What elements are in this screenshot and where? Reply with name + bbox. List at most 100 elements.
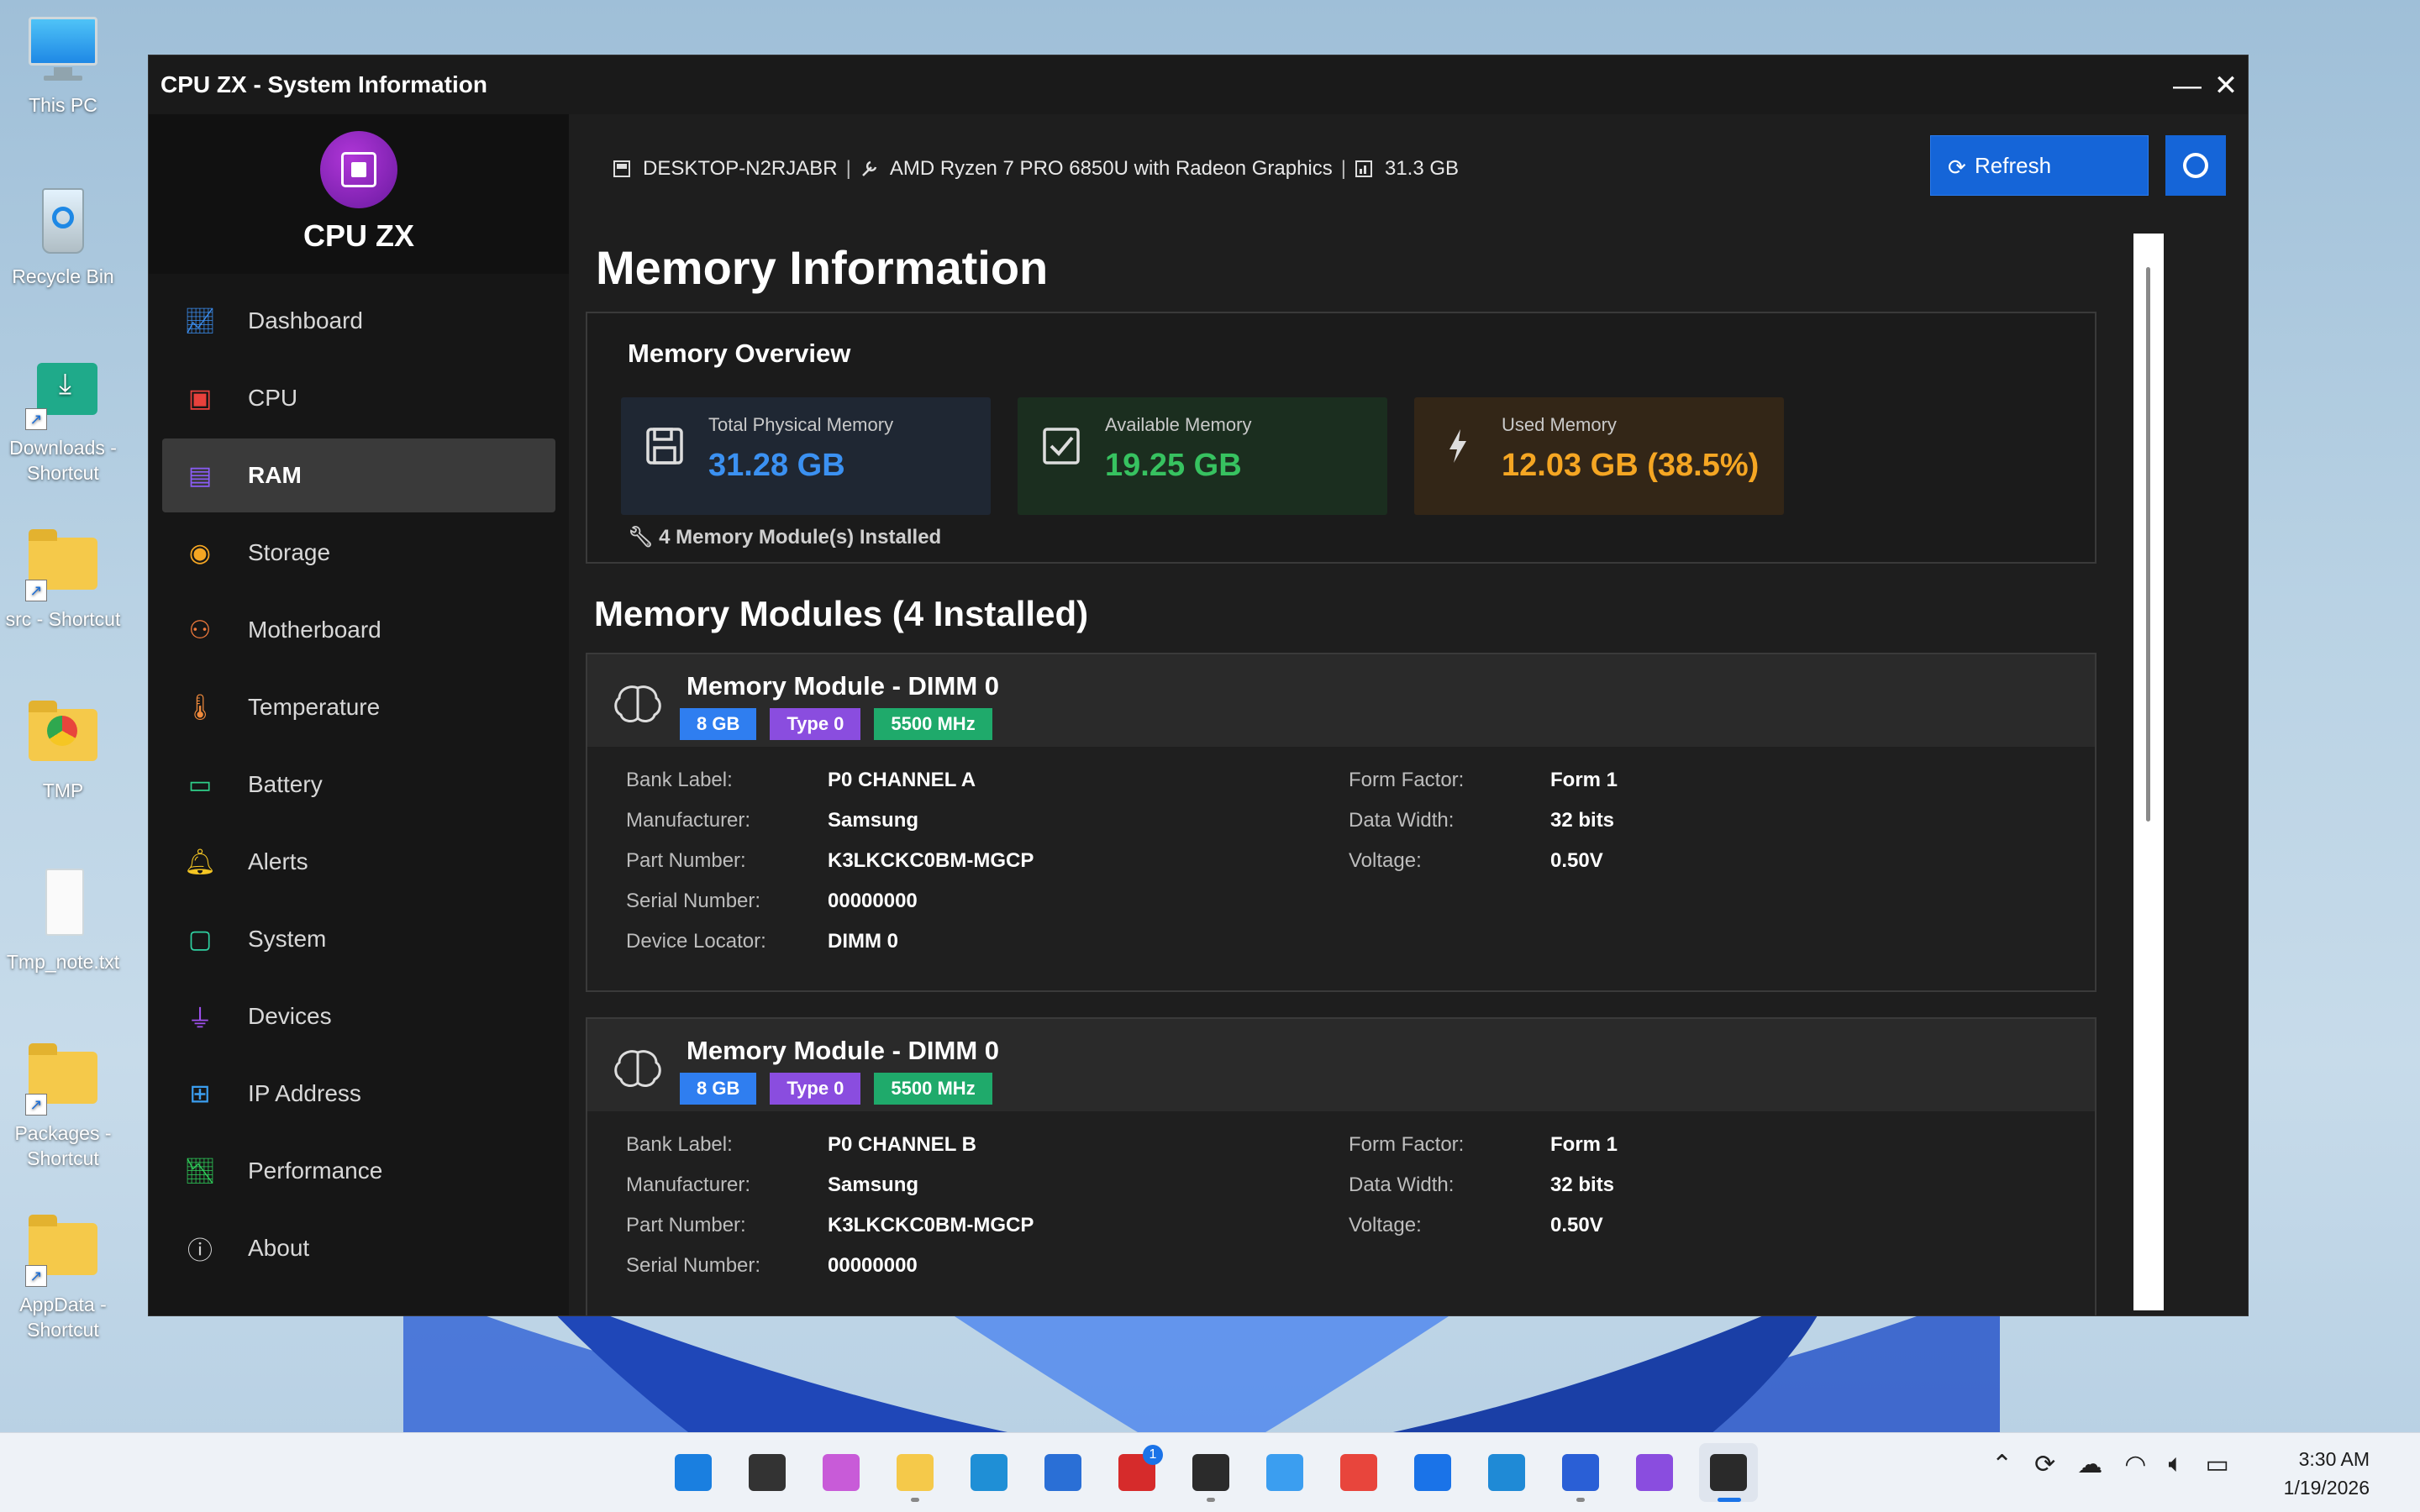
field-label: Voltage: bbox=[1349, 1214, 1422, 1236]
desktop-icon-recycle-bin[interactable]: Recycle Bin bbox=[0, 183, 126, 289]
app-z-icon[interactable] bbox=[1403, 1443, 1462, 1502]
thermometer-icon: 🌡︎ bbox=[183, 693, 217, 722]
start-icon[interactable] bbox=[664, 1443, 723, 1502]
desktop-icon-appdata[interactable]: ↗ AppData - Shortcut bbox=[0, 1211, 126, 1342]
module-badge: 8 GB bbox=[680, 708, 757, 740]
terminal-icon[interactable] bbox=[1181, 1443, 1240, 1502]
installed-note-text: 4 Memory Module(s) Installed bbox=[659, 526, 942, 549]
field-label: Bank Label: bbox=[626, 769, 733, 791]
module-badge: 5500 MHz bbox=[874, 1073, 992, 1105]
control-panel-icon[interactable] bbox=[1255, 1443, 1314, 1502]
chevron-up-icon[interactable]: ⌃ bbox=[1991, 1450, 2012, 1479]
module-field: Voltage: 0.50V bbox=[1349, 841, 1618, 881]
visual-studio-icon[interactable] bbox=[1625, 1443, 1684, 1502]
settings-button[interactable] bbox=[2165, 135, 2226, 196]
cpu-chip-icon: ▣ bbox=[187, 384, 213, 412]
sidebar-item-battery[interactable]: ▭ Battery bbox=[162, 748, 555, 822]
module-body: Bank Label: P0 CHANNEL A Manufacturer: Sams… bbox=[587, 747, 2095, 990]
field-value: 0.50V bbox=[1550, 1214, 1603, 1236]
close-button[interactable]: ✕ bbox=[2209, 69, 2243, 102]
sync-icon[interactable]: ⟳ bbox=[2034, 1450, 2055, 1479]
scrollbar[interactable] bbox=[2133, 234, 2164, 1310]
field-label: Manufacturer: bbox=[626, 1173, 751, 1196]
sidebar-item-label: Storage bbox=[248, 539, 331, 565]
floppy-disk-icon bbox=[646, 428, 683, 465]
sidebar-item-ram[interactable]: ▤ RAM bbox=[162, 438, 555, 512]
edge-icon[interactable] bbox=[960, 1443, 1018, 1502]
module-badge: 5500 MHz bbox=[874, 708, 992, 740]
sidebar-item-label: About bbox=[248, 1235, 310, 1261]
store-icon[interactable] bbox=[1034, 1443, 1092, 1502]
battery-icon: ▭ bbox=[187, 770, 213, 799]
task-view-icon[interactable] bbox=[738, 1443, 797, 1502]
vscode-icon[interactable] bbox=[1477, 1443, 1536, 1502]
brain-icon bbox=[614, 1050, 661, 1087]
wifi-icon[interactable]: ◠ bbox=[2124, 1450, 2146, 1479]
used-memory-label: Used Memory bbox=[1502, 414, 1617, 435]
scrollbar-thumb[interactable] bbox=[2146, 267, 2150, 822]
minimize-button[interactable]: — bbox=[2170, 69, 2204, 102]
used-memory-value: 12.03 GB (38.5%) bbox=[1502, 448, 1760, 483]
sidebar-item-ip-address[interactable]: ⊞ IP Address bbox=[162, 1057, 555, 1131]
network-app-icon[interactable] bbox=[1551, 1443, 1610, 1502]
sidebar-item-cpu[interactable]: ▣ CPU bbox=[162, 361, 555, 435]
memory-overview-card: Memory Overview Total Physical Memory 31… bbox=[586, 312, 2096, 564]
onedrive-icon[interactable]: ☁ bbox=[2077, 1450, 2102, 1479]
sidebar-item-label: Devices bbox=[248, 1003, 332, 1029]
title-bar[interactable]: CPU ZX - System Information — ✕ bbox=[149, 55, 2248, 114]
module-field: Form Factor: Form 1 bbox=[1349, 1125, 1618, 1165]
sidebar-item-temperature[interactable]: 🌡︎ Temperature bbox=[162, 670, 555, 744]
text-file-icon bbox=[25, 869, 101, 944]
sidebar-item-alerts[interactable]: 🔔︎ Alerts bbox=[162, 825, 555, 899]
settings-ring-icon bbox=[2183, 153, 2208, 178]
desktop-icon-tmp[interactable]: TMP bbox=[0, 697, 126, 803]
field-label: Voltage: bbox=[1349, 849, 1422, 872]
module-field: Form Factor: Form 1 bbox=[1349, 760, 1618, 801]
sidebar-item-storage[interactable]: ◉ Storage bbox=[162, 516, 555, 590]
file-explorer-icon[interactable] bbox=[886, 1443, 944, 1502]
chrome-icon[interactable] bbox=[1329, 1443, 1388, 1502]
refresh-icon: ⟳ bbox=[1948, 155, 1966, 180]
app-l-icon[interactable]: 1 bbox=[1107, 1443, 1166, 1502]
sidebar-item-system[interactable]: ▢ System bbox=[162, 902, 555, 976]
module-title: Memory Module - DIMM 0 bbox=[687, 1036, 1000, 1065]
battery-icon[interactable]: ▭ bbox=[2205, 1450, 2228, 1479]
sidebar-item-label: Dashboard bbox=[248, 307, 363, 333]
sidebar-item-label: Alerts bbox=[248, 848, 308, 874]
field-label: Serial Number: bbox=[626, 1254, 761, 1277]
bell-icon: 🔔︎ bbox=[183, 848, 217, 876]
copilot-icon[interactable] bbox=[812, 1443, 871, 1502]
sidebar-item-performance[interactable]: 📉︎ Performance bbox=[162, 1134, 555, 1208]
desktop-icon-label: AppData - Shortcut bbox=[19, 1294, 107, 1341]
installed-note: 🔧︎ 4 Memory Module(s) Installed bbox=[628, 525, 941, 549]
desktop-icon-this-pc[interactable]: This PC bbox=[0, 12, 126, 118]
available-memory-card: Available Memory 19.25 GB bbox=[1018, 397, 1387, 515]
desktop-icon-label: Downloads - Shortcut bbox=[9, 437, 117, 484]
window-title: CPU ZX - System Information bbox=[160, 71, 487, 97]
sidebar-item-label: RAM bbox=[248, 462, 302, 488]
sidebar-item-about[interactable]: ⓘ About bbox=[162, 1211, 555, 1285]
cpu-zx-app-icon[interactable] bbox=[1699, 1443, 1758, 1502]
desktop-icon-src[interactable]: ↗ src - Shortcut bbox=[0, 526, 126, 632]
sidebar-item-dashboard[interactable]: 📈︎ Dashboard bbox=[162, 284, 555, 358]
sidebar-item-label: Battery bbox=[248, 771, 323, 797]
desktop-icon-packages[interactable]: ↗ Packages - Shortcut bbox=[0, 1040, 126, 1171]
field-value: 00000000 bbox=[828, 890, 918, 912]
volume-icon[interactable]: 🔈︎ bbox=[2168, 1450, 2183, 1479]
database-icon: ◉ bbox=[188, 538, 212, 567]
refresh-button[interactable]: ⟳ Refresh bbox=[1930, 135, 2149, 196]
sidebar-item-motherboard[interactable]: ⚇ Motherboard bbox=[162, 593, 555, 667]
desktop-icon-downloads[interactable]: ⤓ ↗ Downloads - Shortcut bbox=[0, 354, 126, 486]
recycle-bin-icon bbox=[25, 183, 101, 259]
clock[interactable]: 3:30 AM 1/19/2026 bbox=[2284, 1445, 2370, 1502]
cpu-zx-logo-icon bbox=[320, 131, 397, 208]
sidebar-item-label: Performance bbox=[248, 1158, 383, 1184]
modules-section-title: Memory Modules (4 Installed) bbox=[594, 594, 1089, 633]
module-field: Data Width: 32 bits bbox=[1349, 1165, 1618, 1205]
desktop-icon-tmp-note[interactable]: Tmp_note.txt bbox=[0, 869, 126, 974]
sidebar-item-devices[interactable]: ⏚ Devices bbox=[162, 979, 555, 1053]
system-tray: ⌃ ⟳ ☁ ◠ 🔈︎ ▭ bbox=[1991, 1450, 2229, 1479]
sidebar-item-label: System bbox=[248, 926, 327, 952]
sidebar-item-label: Motherboard bbox=[248, 617, 381, 643]
computer-icon bbox=[613, 160, 630, 177]
